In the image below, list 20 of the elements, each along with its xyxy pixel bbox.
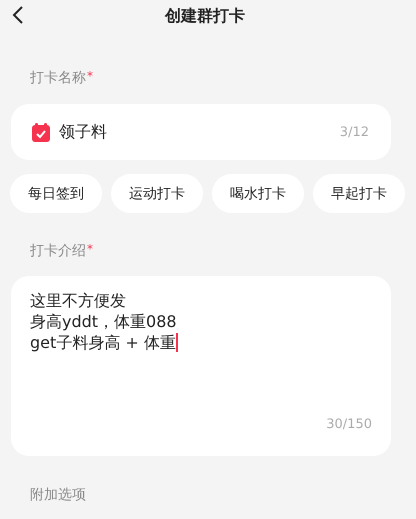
text-line: get子料身高 + 体重 xyxy=(30,332,176,353)
section-label: 附加选项 xyxy=(29,486,87,504)
intro-field[interactable]: 这里不方便发 身高yddt，体重088 get子料身高 + 体重 30/150 xyxy=(11,276,391,456)
required-mark: * xyxy=(87,69,93,83)
suggestion-chip[interactable]: 每日签到 xyxy=(10,174,102,213)
section-label: 打卡介绍 xyxy=(30,242,86,260)
page-title: 创建群打卡 xyxy=(165,6,245,26)
name-value: 领子料 xyxy=(59,122,108,142)
calendar-check-icon xyxy=(32,122,50,142)
text-line: 身高yddt，体重088 xyxy=(30,311,177,332)
required-mark: * xyxy=(87,242,93,256)
character-counter: 3/12 xyxy=(340,124,369,140)
name-field[interactable]: 领子料 3/12 xyxy=(11,104,391,160)
section-label: 打卡名称 xyxy=(30,69,86,87)
text-line: 这里不方便发 xyxy=(30,290,126,311)
suggestion-chip[interactable]: 运动打卡 xyxy=(111,174,203,213)
text-cursor xyxy=(176,333,178,352)
suggestion-chip[interactable]: 喝水打卡 xyxy=(212,174,304,213)
character-counter: 30/150 xyxy=(326,417,372,432)
suggestion-chip[interactable]: 早起打卡 xyxy=(313,174,405,213)
